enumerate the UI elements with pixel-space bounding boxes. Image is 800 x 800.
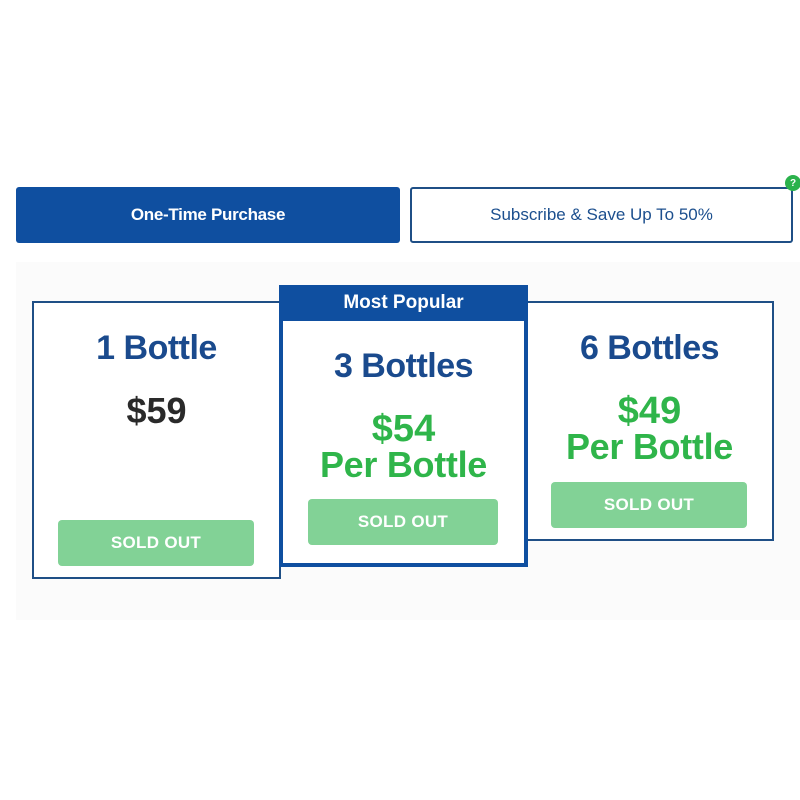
- offer-title: 1 Bottle: [96, 329, 217, 367]
- help-icon[interactable]: ?: [785, 175, 800, 191]
- tab-one-time-purchase[interactable]: One-Time Purchase: [16, 187, 400, 243]
- sold-out-button[interactable]: SOLD OUT: [551, 482, 747, 528]
- offer-title: 3 Bottles: [333, 347, 474, 385]
- offer-price: $49: [617, 390, 682, 432]
- sold-out-button[interactable]: SOLD OUT: [58, 520, 254, 566]
- offer-price: $59: [126, 390, 187, 431]
- sold-out-button[interactable]: SOLD OUT: [308, 499, 498, 545]
- offer-per-bottle-label: Per Bottle: [319, 444, 488, 485]
- offer-per-bottle-label: Per Bottle: [565, 426, 734, 467]
- offer-price: $54: [371, 408, 436, 450]
- offer-title: 6 Bottles: [579, 329, 720, 367]
- tab-subscribe-and-save[interactable]: Subscribe & Save Up To 50%: [410, 187, 793, 243]
- most-popular-banner: Most Popular: [279, 285, 528, 321]
